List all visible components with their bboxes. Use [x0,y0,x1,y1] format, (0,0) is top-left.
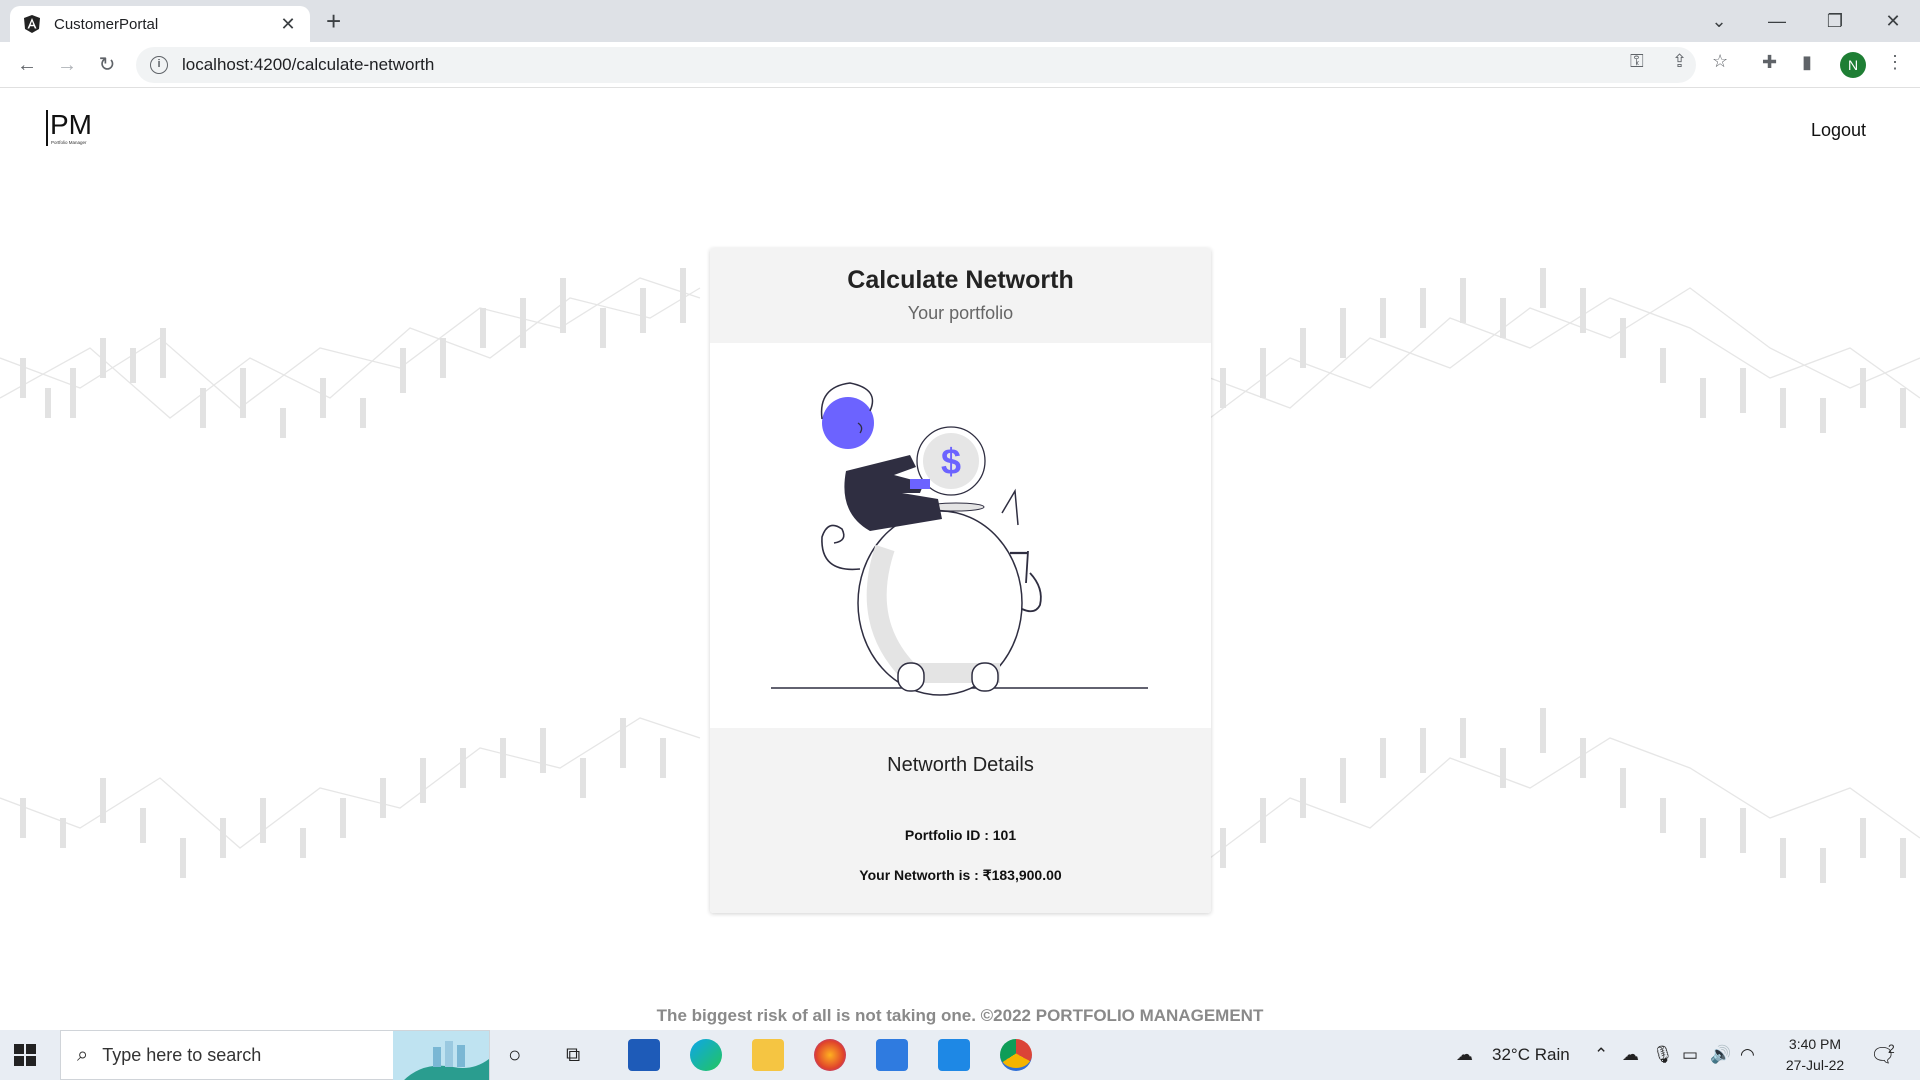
volume-icon[interactable]: 🔊 [1710,1030,1731,1080]
windows-start-icon[interactable] [14,1044,36,1066]
logo[interactable]: PM Portfolio Manager [44,106,104,148]
file-explorer-icon[interactable] [752,1039,784,1071]
networth-details: Networth Details Portfolio ID : 101 Your… [710,728,1211,913]
url-text[interactable]: localhost:4200/calculate-networth [182,55,434,75]
logo-text: PM [50,109,92,140]
address-bar[interactable]: i localhost:4200/calculate-networth [136,47,1696,83]
taskbar-search[interactable]: ⌕ Type here to search [60,1030,490,1080]
profile-avatar[interactable]: N [1840,52,1866,78]
show-hidden-icons-icon[interactable]: ⌃ [1594,1030,1608,1080]
forward-icon[interactable]: → [54,52,80,78]
page-footer: The biggest risk of all is not taking on… [656,1006,1264,1025]
task-view-icon[interactable]: ⧉ [566,1030,580,1080]
mail-icon[interactable] [876,1039,908,1071]
browser-tab-strip: CustomerPortal ✕ + ⌄ — ❐ ✕ [0,0,1920,42]
piggy-bank-icon: $ [771,382,1148,696]
cortana-icon[interactable]: ○ [508,1030,521,1080]
menu-kebab-icon[interactable]: ⋮ [1886,52,1904,73]
clock-time: 3:40 PM [1788,1036,1842,1052]
weather-icon[interactable]: ☁ [1456,1030,1473,1080]
firefox-icon[interactable] [814,1039,846,1071]
onedrive-icon[interactable]: ☁ [1622,1030,1639,1080]
logout-link[interactable]: Logout [1811,120,1866,141]
chrome-icon[interactable] [1000,1039,1032,1071]
side-panel-icon[interactable]: ▮ [1802,52,1812,73]
wifi-icon[interactable]: ◠ [1740,1030,1755,1080]
notification-count: 2 [1888,1042,1895,1056]
vscode-icon[interactable] [938,1039,970,1071]
clock-date: 27-Jul-22 [1785,1057,1845,1073]
restore-icon[interactable]: ❐ [1806,11,1864,32]
card-header: Calculate Networth Your portfolio [710,248,1211,343]
edge-icon[interactable] [690,1039,722,1071]
microphone-icon[interactable]: 🎙 [1652,1030,1674,1080]
tab-close-icon[interactable]: ✕ [278,14,298,35]
password-key-icon[interactable]: ⚿ [1630,51,1644,72]
dollar-sign-icon: $ [941,441,961,482]
back-icon[interactable]: ← [14,52,40,78]
clock[interactable]: 3:40 PM 27-Jul-22 [1770,1034,1860,1076]
card-title: Calculate Networth [847,266,1074,294]
extensions-icon[interactable]: ✚ [1762,52,1777,73]
site-info-icon[interactable]: i [150,56,168,74]
store-icon[interactable] [628,1039,660,1071]
weather-text[interactable]: 32°C Rain [1492,1030,1570,1080]
tab-search-icon[interactable]: ⌄ [1690,11,1748,32]
taskbar: ⌕ Type here to search ○ ⧉ ☁ 32°C Rain ⌃ … [0,1030,1920,1080]
browser-tab[interactable]: CustomerPortal ✕ [10,6,310,42]
new-tab-button[interactable]: + [326,8,341,34]
pm-logo-icon: PM Portfolio Manager [46,109,92,146]
card-subtitle: Your portfolio [907,303,1014,323]
window-controls: ⌄ — ❐ ✕ [1690,0,1920,42]
close-window-icon[interactable]: ✕ [1864,11,1920,32]
angular-icon [24,15,40,33]
piggy-bank-illustration: $ [710,343,1211,728]
minimize-icon[interactable]: — [1748,11,1806,32]
browser-toolbar: ← → ↻ i localhost:4200/calculate-networt… [0,42,1920,88]
reload-icon[interactable]: ↻ [94,52,120,78]
search-placeholder: Type here to search [102,1044,262,1065]
battery-icon[interactable]: ▭ [1682,1030,1698,1080]
portfolio-id: Portfolio ID : 101 [904,827,1017,843]
networth-value: Your Networth is : ₹183,900.00 [859,867,1062,883]
page-content: PM Portfolio Manager Logout Calculate Ne… [0,88,1920,1030]
share-icon[interactable]: ⇪ [1672,51,1687,72]
networth-card: Calculate Networth Your portfolio $ Netw… [710,248,1211,913]
logo-subtext: Portfolio Manager [51,140,87,145]
tab-title: CustomerPortal [54,15,159,33]
search-icon: ⌕ [77,1043,89,1066]
details-heading: Networth Details [887,754,1034,776]
search-highlight-icon [393,1031,489,1080]
bookmark-star-icon[interactable]: ☆ [1712,51,1728,72]
